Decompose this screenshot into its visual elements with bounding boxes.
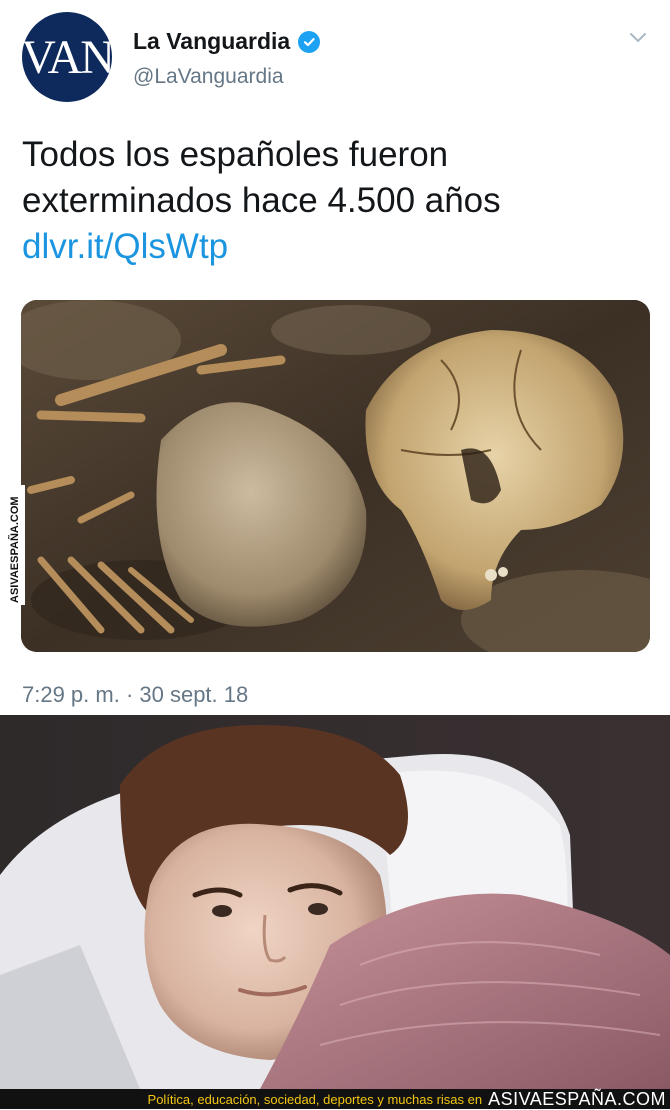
site-footer-banner[interactable]: Política, educación, sociedad, deportes … bbox=[0, 1089, 670, 1109]
side-watermark-text: ASIVAESPAÑA.COM bbox=[8, 496, 21, 603]
chevron-down-icon[interactable] bbox=[628, 28, 648, 48]
author-handle[interactable]: @LaVanguardia bbox=[133, 65, 284, 89]
verified-badge-icon bbox=[298, 30, 321, 53]
tweet-timestamp[interactable]: 7:29 p. m. · 30 sept. 18 bbox=[22, 682, 248, 708]
side-watermark: ASIVAESPAÑA.COM bbox=[3, 485, 25, 605]
meme-image[interactable] bbox=[0, 715, 670, 1089]
footer-tagline: Política, educación, sociedad, deportes … bbox=[147, 1091, 483, 1107]
footer-brand[interactable]: ASIVAESPAÑA.COM bbox=[488, 1089, 666, 1110]
excavated-skeleton-photo-icon bbox=[21, 300, 650, 652]
author-name-row: La Vanguardia bbox=[133, 28, 321, 55]
tweet-text-line-2: exterminados hace 4.500 años bbox=[22, 181, 501, 220]
tweet-text-line-1: Todos los españoles fueron bbox=[22, 135, 449, 174]
tweet-link[interactable]: dlvr.it/QlsWtp bbox=[22, 224, 642, 270]
man-in-bed-photo-icon bbox=[0, 715, 670, 1089]
avatar-logo-text: VAN bbox=[22, 31, 112, 84]
avatar[interactable]: VAN bbox=[22, 12, 112, 102]
tweet-media-image[interactable] bbox=[21, 300, 650, 652]
tweet-text: Todos los españoles fueron exterminados … bbox=[22, 132, 642, 270]
tweet-card: VAN La Vanguardia @LaVanguardia Todos lo… bbox=[0, 0, 670, 715]
display-name[interactable]: La Vanguardia bbox=[133, 28, 290, 55]
